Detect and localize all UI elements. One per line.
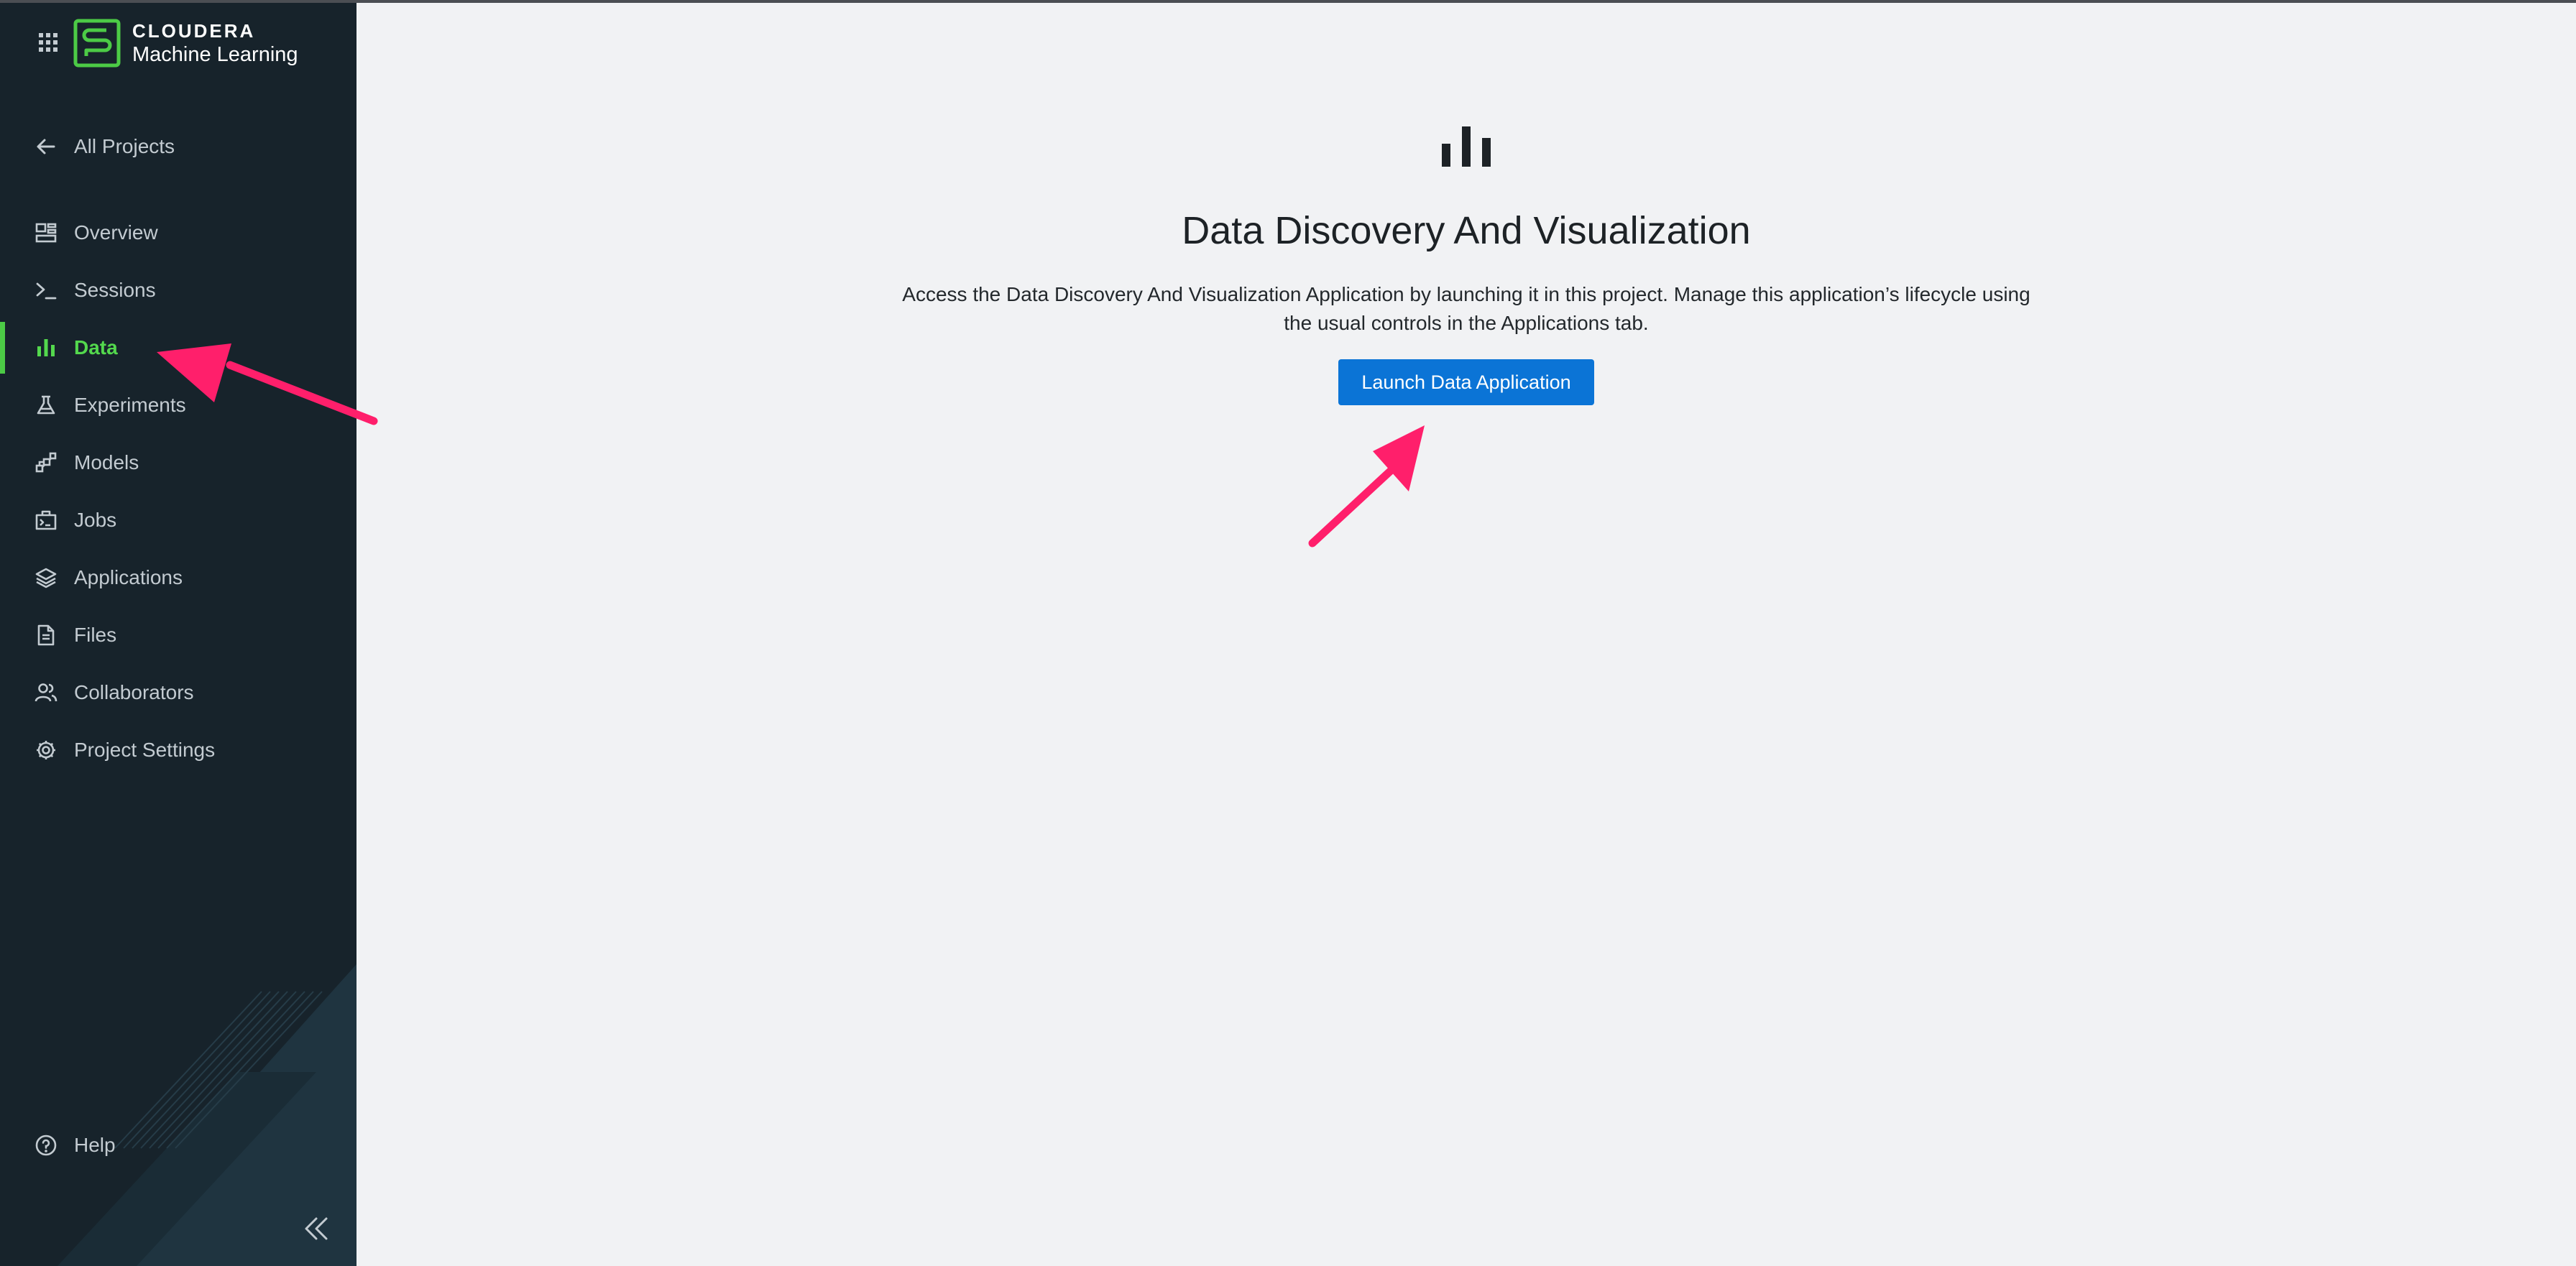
sidebar-item-label: Applications: [74, 566, 183, 588]
sidebar-item-models[interactable]: Models: [0, 437, 356, 489]
sidebar-item-label: Collaborators: [74, 681, 194, 703]
sidebar-item-label: Data: [74, 336, 118, 359]
sidebar-item-sessions[interactable]: Sessions: [0, 264, 356, 316]
sidebar-item-data[interactable]: Data: [0, 322, 356, 374]
jobs-icon: [34, 509, 58, 532]
sidebar-item-label: Files: [74, 624, 117, 646]
cloudera-logo-icon[interactable]: [73, 19, 121, 68]
sidebar-item-applications[interactable]: Applications: [0, 552, 356, 604]
sidebar-item-overview[interactable]: Overview: [0, 207, 356, 259]
sidebar-item-label: Jobs: [74, 509, 117, 531]
arrow-left-icon: [34, 135, 58, 158]
app-grid-icon[interactable]: [37, 32, 59, 53]
brand-product-name: Machine Learning: [132, 43, 298, 66]
sidebar-item-help[interactable]: Help: [0, 1119, 356, 1171]
file-icon: [34, 624, 58, 647]
model-icon: [34, 451, 58, 474]
sidebar-item-label: Models: [74, 451, 139, 473]
sidebar-item-files[interactable]: Files: [0, 609, 356, 661]
page-description: Access the Data Discovery And Visualizat…: [902, 283, 2030, 334]
page-title: Data Discovery And Visualization: [1182, 209, 1751, 252]
launch-data-application-button[interactable]: Launch Data Application: [1338, 359, 1594, 405]
window-top-border: [0, 0, 2576, 3]
sidebar-item-label: Project Settings: [74, 739, 216, 761]
terminal-icon: [34, 279, 58, 302]
main-content: Data Discovery And Visualization Access …: [356, 0, 2576, 1266]
sidebar-item-label: Sessions: [74, 279, 156, 301]
help-label: Help: [74, 1134, 116, 1156]
active-indicator: [0, 322, 5, 374]
help-icon: [34, 1134, 58, 1157]
brand-company-name: CLOUDERA: [132, 20, 256, 42]
double-chevron-left-icon[interactable]: [302, 1216, 331, 1242]
gear-icon: [34, 739, 58, 762]
layers-icon: [34, 566, 58, 589]
bar-chart-icon: [1440, 126, 1492, 167]
brand-header: CLOUDERA Machine Learning: [0, 0, 356, 86]
bar-chart-icon: [34, 336, 58, 359]
sidebar-item-label: Overview: [74, 221, 158, 244]
sidebar-item-project-settings[interactable]: Project Settings: [0, 724, 356, 776]
all-projects-link[interactable]: All Projects: [0, 121, 356, 172]
sidebar-item-label: Experiments: [74, 394, 186, 416]
sidebar-item-jobs[interactable]: Jobs: [0, 494, 356, 546]
all-projects-label: All Projects: [74, 135, 175, 157]
sidebar-item-collaborators[interactable]: Collaborators: [0, 667, 356, 719]
flask-icon: [34, 394, 58, 417]
sidebar-item-experiments[interactable]: Experiments: [0, 379, 356, 431]
sidebar: CLOUDERA Machine Learning All Projects O…: [0, 0, 356, 1266]
users-icon: [34, 681, 58, 704]
dashboard-icon: [34, 221, 58, 244]
